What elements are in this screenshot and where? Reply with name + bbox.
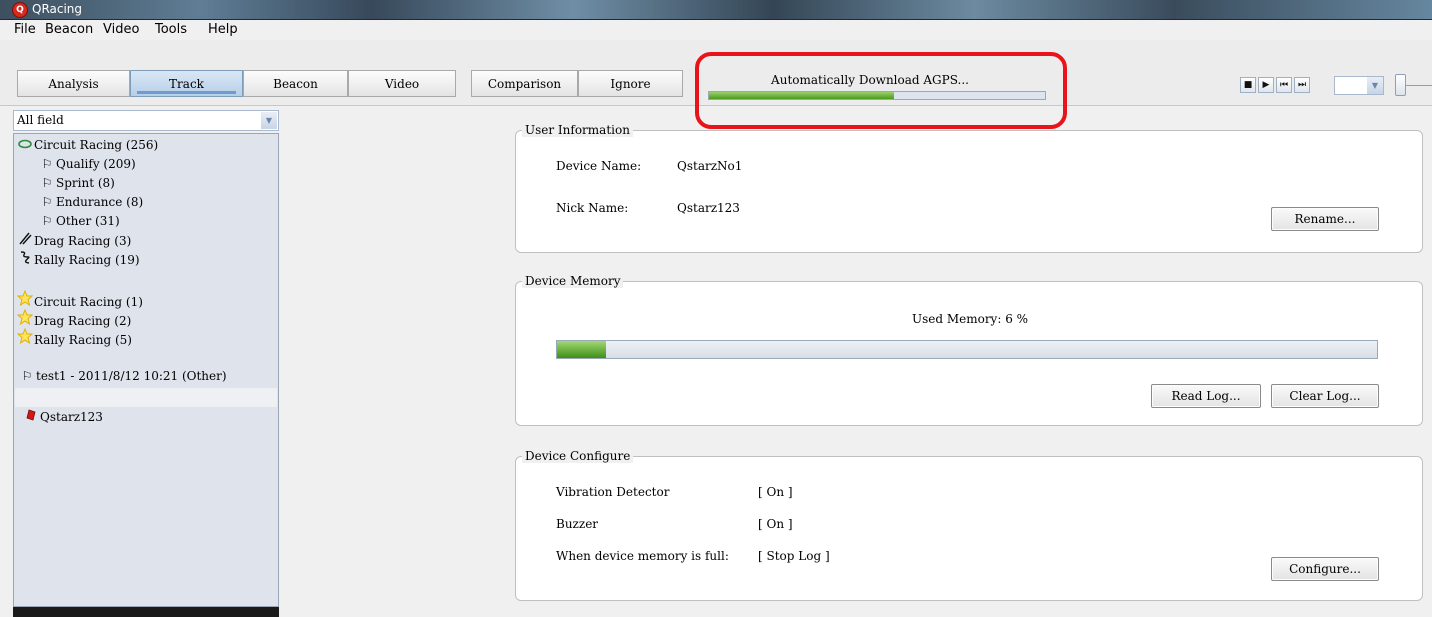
play-icon[interactable]: ▶ <box>1258 77 1274 93</box>
chevron-down-icon: ▼ <box>261 112 277 129</box>
memory-usage-fill <box>557 341 607 358</box>
tree-item-device[interactable]: Qstarz123 <box>22 408 103 426</box>
session-tree: Circuit Racing (256) ⚐ Qualify (209) ⚐ Spr… <box>13 133 279 607</box>
tree-item-endurance[interactable]: ⚐ Endurance (8) <box>38 193 144 211</box>
buzzer-label: Buzzer <box>556 517 599 531</box>
skip-forward-icon[interactable]: ⏭ <box>1294 77 1310 93</box>
tree-footer-bar <box>13 607 279 617</box>
tree-item-sprint[interactable]: ⚐ Sprint (8) <box>38 174 115 192</box>
field-filter-select[interactable]: All field ▼ <box>13 110 279 131</box>
flag-icon: ⚐ <box>41 176 53 190</box>
vibration-detector-value: [ On ] <box>758 485 793 499</box>
agps-highlight-box <box>695 52 1067 129</box>
device-configure-group: Device Configure Vibration Detector [ On… <box>515 449 1423 601</box>
tree-item-other[interactable]: ⚐ Other (31) <box>38 212 120 230</box>
menu-file[interactable]: File <box>14 20 36 40</box>
tab-comparison[interactable]: Comparison <box>471 70 578 97</box>
star-icon <box>16 308 34 330</box>
device-name-value: QstarzNo1 <box>677 159 743 173</box>
tree-item-fav-rally[interactable]: Rally Racing (5) <box>16 327 132 349</box>
nick-name-label: Nick Name: <box>556 201 629 215</box>
user-information-legend: User Information <box>522 123 633 137</box>
tree-selection-highlight <box>15 388 277 407</box>
flag-icon: ⚐ <box>41 157 53 171</box>
device-name-label: Device Name: <box>556 159 642 173</box>
playback-slider-track[interactable] <box>1406 85 1432 86</box>
stop-icon[interactable]: ■ <box>1240 77 1256 93</box>
vibration-detector-label: Vibration Detector <box>556 485 670 499</box>
used-memory-text: Used Memory: 6 % <box>911 312 1029 326</box>
tab-video[interactable]: Video <box>348 70 456 97</box>
drag-icon <box>16 231 34 250</box>
tree-item-fav-circuit[interactable]: Circuit Racing (1) <box>16 289 143 311</box>
flag-icon: ⚐ <box>21 369 33 383</box>
device-icon <box>22 408 40 426</box>
menu-tools[interactable]: Tools <box>155 20 187 40</box>
speed-select[interactable]: ▼ <box>1334 76 1384 95</box>
star-icon <box>16 327 34 349</box>
rename-button[interactable]: Rename... <box>1271 207 1379 231</box>
chevron-down-icon: ▼ <box>1367 77 1383 94</box>
tree-item-rally-racing[interactable]: Rally Racing (19) <box>16 250 140 268</box>
tab-ignore[interactable]: Ignore <box>578 70 683 97</box>
playback-slider-thumb[interactable] <box>1395 74 1406 96</box>
flag-icon: ⚐ <box>41 195 53 209</box>
circuit-icon <box>16 136 34 154</box>
app-logo-icon: Q <box>12 2 28 18</box>
menu-help[interactable]: Help <box>208 20 238 40</box>
flag-icon: ⚐ <box>41 214 53 228</box>
device-memory-group: Device Memory Used Memory: 6 % Read Log.… <box>515 274 1423 426</box>
window-title: QRacing <box>32 2 83 16</box>
device-memory-legend: Device Memory <box>522 274 624 288</box>
star-icon <box>16 289 34 311</box>
configure-button[interactable]: Configure... <box>1271 557 1379 581</box>
read-log-button[interactable]: Read Log... <box>1151 384 1261 408</box>
menu-bar: File Beacon Video Tools Help <box>0 20 1432 40</box>
menu-video[interactable]: Video <box>103 20 139 40</box>
menu-beacon[interactable]: Beacon <box>45 20 93 40</box>
skip-back-icon[interactable]: ⏮ <box>1276 77 1292 93</box>
nick-name-value: Qstarz123 <box>677 201 740 215</box>
tab-beacon[interactable]: Beacon <box>243 70 348 97</box>
memory-usage-bar <box>556 340 1378 359</box>
tab-analysis[interactable]: Analysis <box>17 70 130 97</box>
tab-track[interactable]: Track <box>130 70 243 97</box>
field-filter-value: All field <box>17 113 64 127</box>
tree-item-test1[interactable]: ⚐ test1 - 2011/8/12 10:21 (Other) <box>18 367 227 385</box>
title-bar: Q QRacing <box>0 0 1432 20</box>
tree-item-circuit-racing[interactable]: Circuit Racing (256) <box>16 136 158 154</box>
user-information-group: User Information Device Name: QstarzNo1 … <box>515 123 1423 253</box>
buzzer-value: [ On ] <box>758 517 793 531</box>
device-configure-legend: Device Configure <box>522 449 634 463</box>
rally-icon <box>16 250 34 269</box>
memory-full-label: When device memory is full: <box>556 549 729 563</box>
clear-log-button[interactable]: Clear Log... <box>1271 384 1379 408</box>
tree-item-drag-racing[interactable]: Drag Racing (3) <box>16 231 131 249</box>
tree-item-qualify[interactable]: ⚐ Qualify (209) <box>38 155 136 173</box>
tree-item-fav-drag[interactable]: Drag Racing (2) <box>16 308 131 330</box>
memory-full-value: [ Stop Log ] <box>758 549 830 563</box>
